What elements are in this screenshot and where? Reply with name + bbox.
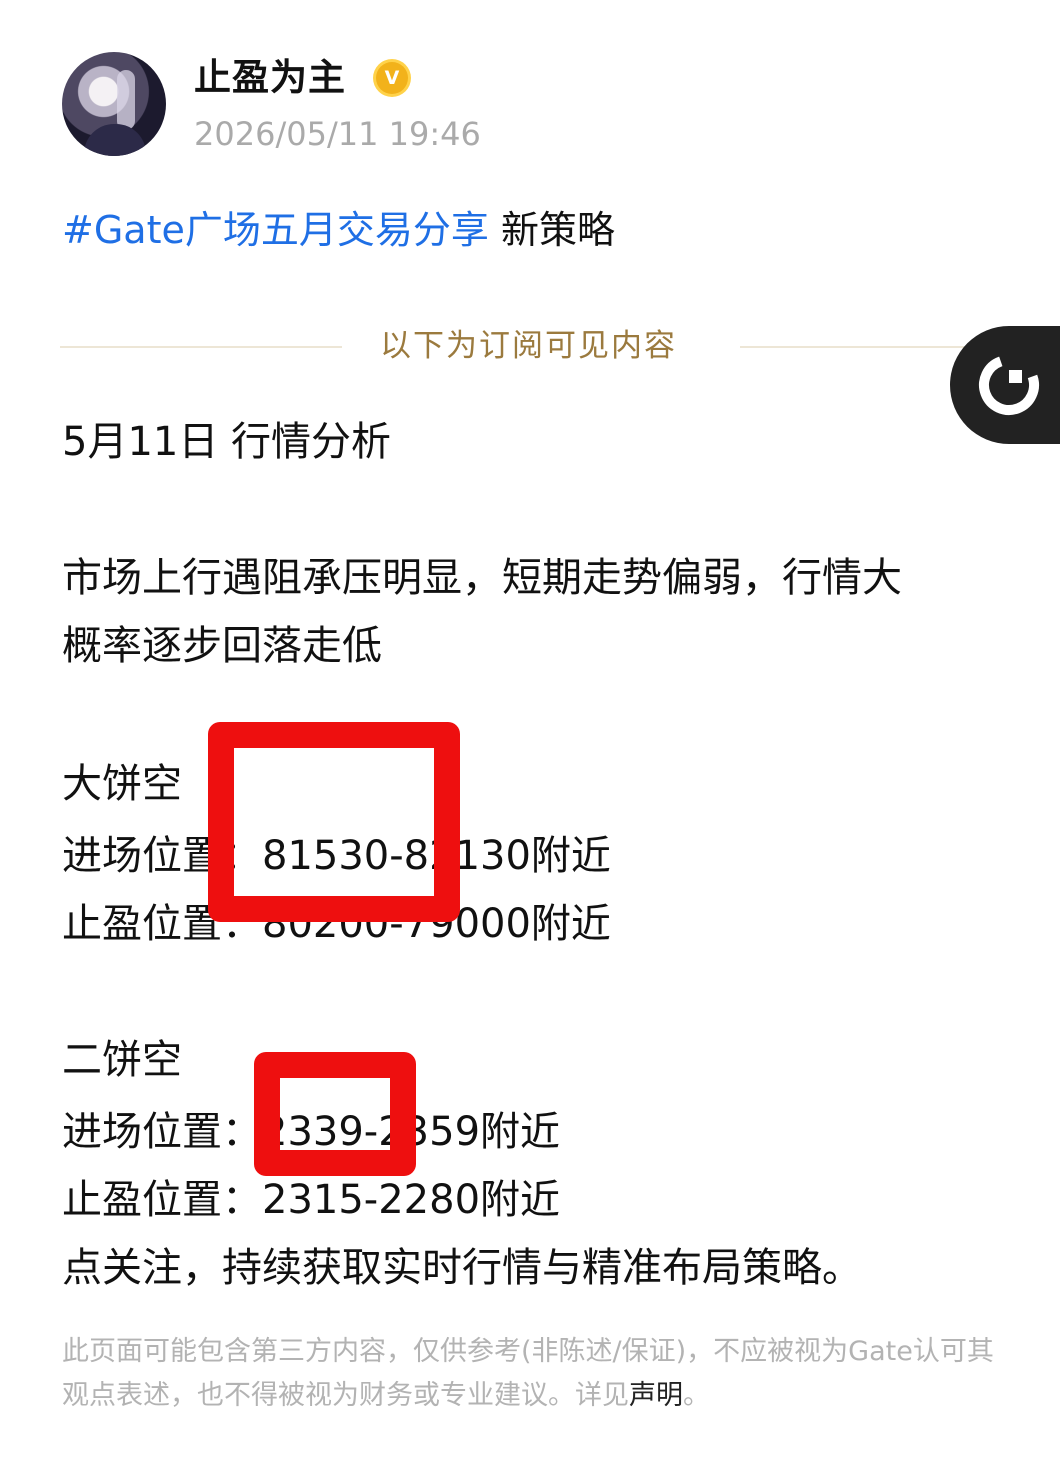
- refresh-icon: [979, 355, 1039, 415]
- eth-take-profit-range: 止盈位置：2315-2280附近: [62, 1177, 561, 1223]
- eth-short-title: 二饼空: [62, 1037, 182, 1083]
- analysis-heading: 5月11日 行情分析: [62, 419, 392, 465]
- hashtag-link[interactable]: #Gate广场五月交易分享: [62, 208, 489, 252]
- highlight-box-btc: [208, 722, 460, 922]
- author-avatar[interactable]: [62, 52, 166, 156]
- call-to-action: 点关注，持续获取实时行情与精准布局策略。: [62, 1245, 862, 1291]
- verified-badge-icon: V: [376, 62, 408, 94]
- subscription-divider-label: 以下为订阅可见内容: [380, 328, 677, 364]
- avatar-figure: [84, 124, 146, 156]
- disclaimer-end: 。: [683, 1380, 710, 1411]
- highlight-box-eth: [254, 1052, 416, 1176]
- floating-refresh-button[interactable]: [950, 326, 1060, 444]
- avatar-microphone-glow: [117, 70, 135, 130]
- divider-line-left: [60, 346, 342, 348]
- disclaimer: 此页面可能包含第三方内容，仅供参考(非陈述/保证)，不应被视为Gate认可其观点…: [62, 1330, 1012, 1418]
- subscription-divider: 以下为订阅可见内容: [0, 318, 1060, 378]
- analysis-text-line-1: 市场上行遇阻承压明显，短期走势偏弱，行情大: [62, 555, 902, 601]
- author-name[interactable]: 止盈为主: [194, 54, 346, 102]
- disclaimer-statement-link[interactable]: 声明: [629, 1380, 683, 1411]
- post-title: #Gate广场五月交易分享 新策略: [62, 204, 615, 256]
- btc-short-title: 大饼空: [62, 761, 182, 807]
- analysis-text-line-2: 概率逐步回落走低: [62, 623, 382, 669]
- post-title-text: 新策略: [488, 208, 615, 252]
- post-timestamp: 2026/05/11 19:46: [194, 115, 481, 153]
- disclaimer-text: 此页面可能包含第三方内容，仅供参考(非陈述/保证)，不应被视为Gate认可其观点…: [62, 1336, 994, 1411]
